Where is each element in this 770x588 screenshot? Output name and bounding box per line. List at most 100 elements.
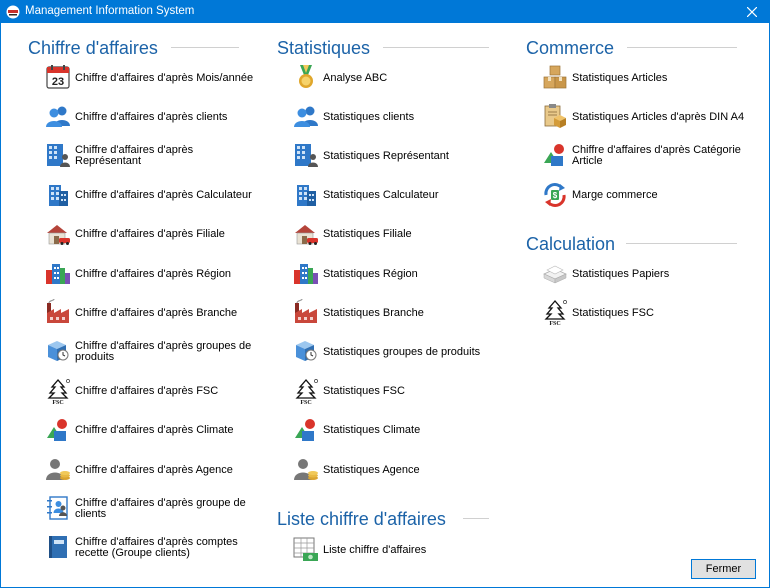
menu-item-liste-0[interactable]: Liste chiffre d'affaires xyxy=(293,535,503,565)
fsc-icon: FSC xyxy=(542,299,568,327)
menu-item-label: Chiffre d'affaires d'après groupe de cli… xyxy=(75,497,246,521)
house-car-icon xyxy=(293,221,319,247)
building-icon xyxy=(45,182,71,208)
menu-item-label: Chiffre d'affaires d'après Branche xyxy=(75,306,238,319)
menu-item-chiffre-9[interactable]: Chiffre d'affaires d'après Climate xyxy=(45,416,255,446)
window-close-button[interactable] xyxy=(735,1,769,23)
menu-item-label: Statistiques groupes de produits xyxy=(323,345,481,358)
menu-item-chiffre-4[interactable]: Chiffre d'affaires d'après Filiale xyxy=(45,220,255,250)
menu-item-chiffre-11[interactable]: Chiffre d'affaires d'après groupe de cli… xyxy=(45,494,255,524)
building-icon xyxy=(293,182,319,208)
menu-item-statistiques-3[interactable]: Statistiques Calculateur xyxy=(293,181,503,211)
menu-item-statistiques-7[interactable]: Statistiques groupes de produits xyxy=(293,337,503,367)
menu-item-calculation-1[interactable]: FSC Statistiques FSC xyxy=(542,298,762,328)
menu-item-label: Liste chiffre d'affaires xyxy=(323,543,427,556)
menu-item-commerce-1[interactable]: Statistiques Articles d'après DIN A4 xyxy=(542,102,762,132)
menu-item-label: Statistiques Articles xyxy=(572,71,668,84)
menu-item-label: Statistiques clients xyxy=(323,110,415,123)
fermer-button[interactable]: Fermer xyxy=(691,559,756,579)
menu-item-chiffre-8[interactable]: FSC Chiffre d'affaires d'après FSC xyxy=(45,377,255,407)
menu-item-label: Statistiques Agence xyxy=(323,463,420,476)
clipboard-box-icon xyxy=(542,103,568,129)
menu-item-chiffre-3[interactable]: Chiffre d'affaires d'après Calculateur xyxy=(45,181,255,211)
menu-item-statistiques-9[interactable]: Statistiques Climate xyxy=(293,416,503,446)
building-person-icon xyxy=(45,142,71,168)
menu-item-chiffre-0[interactable]: 23 Chiffre d'affaires d'après Mois/année xyxy=(45,63,255,93)
menu-item-chiffre-10[interactable]: Chiffre d'affaires d'après Agence xyxy=(45,455,255,485)
menu-item-chiffre-1[interactable]: Chiffre d'affaires d'après clients xyxy=(45,102,255,132)
menu-item-chiffre-12[interactable]: Chiffre d'affaires d'après comptes recet… xyxy=(45,533,255,563)
menu-item-statistiques-0[interactable]: Analyse ABC xyxy=(293,63,503,93)
menu-item-calculation-0[interactable]: Statistiques Papiers xyxy=(542,259,762,289)
menu-item-label: Statistiques FSC xyxy=(572,306,654,319)
svg-text:FSC: FSC xyxy=(300,400,311,404)
menu-item-label: Chiffre d'affaires d'après Calculateur xyxy=(75,189,252,202)
calendar-day: 23 xyxy=(52,76,64,88)
users-icon xyxy=(45,103,71,129)
menu-item-statistiques-8[interactable]: FSC Statistiques FSC xyxy=(293,377,503,407)
title-bar: Management Information System xyxy=(1,1,769,23)
table-money-icon xyxy=(293,536,319,562)
shapes-icon xyxy=(45,417,71,443)
menu-item-label: Statistiques Représentant xyxy=(323,149,449,162)
money-cycle-icon: $ xyxy=(542,182,568,208)
menu-item-label: Chiffre d'affaires d'après Filiale xyxy=(75,228,225,241)
menu-item-label: Chiffre d'affaires d'après clients xyxy=(75,110,228,123)
menu-item-label: Statistiques Région xyxy=(323,267,418,280)
calendar-icon: 23 xyxy=(45,64,71,90)
menu-item-statistiques-1[interactable]: Statistiques clients xyxy=(293,102,503,132)
svg-text:$: $ xyxy=(553,191,558,200)
section-divider xyxy=(627,47,737,48)
menu-item-label: Analyse ABC xyxy=(323,71,388,84)
menu-item-commerce-2[interactable]: Chiffre d'affaires d'après Catégorie Art… xyxy=(542,141,762,171)
app-logo-icon xyxy=(6,5,20,19)
menu-item-commerce-3[interactable]: $ Marge commerce xyxy=(542,181,762,211)
fsc-icon: FSC xyxy=(45,378,71,406)
menu-item-label: Chiffre d'affaires d'après Région xyxy=(75,267,232,280)
menu-item-commerce-0[interactable]: Statistiques Articles xyxy=(542,63,762,93)
shapes-icon xyxy=(542,142,568,168)
menu-item-statistiques-10[interactable]: Statistiques Agence xyxy=(293,455,503,485)
section-title-commerce: Commerce xyxy=(526,38,615,58)
medal-icon xyxy=(293,64,319,90)
menu-item-label: Chiffre d'affaires d'après Agence xyxy=(75,463,233,476)
section-title-statistiques: Statistiques xyxy=(277,38,371,58)
fsc-icon: FSC xyxy=(293,378,319,406)
menu-item-label: Marge commerce xyxy=(572,189,658,202)
house-car-icon xyxy=(45,221,71,247)
contact-book-icon xyxy=(45,495,71,521)
menu-item-label: Statistiques FSC xyxy=(323,385,405,398)
menu-item-label: Statistiques Papiers xyxy=(572,267,670,280)
menu-item-statistiques-2[interactable]: Statistiques Représentant xyxy=(293,141,503,171)
paper-stack-icon xyxy=(542,260,568,286)
menu-item-chiffre-6[interactable]: Chiffre d'affaires d'après Branche xyxy=(45,298,255,328)
menu-item-statistiques-4[interactable]: Statistiques Filiale xyxy=(293,220,503,250)
product-boxes-icon xyxy=(293,338,319,364)
menu-item-label: Chiffre d'affaires d'après Catégorie Art… xyxy=(572,144,741,168)
menu-item-statistiques-6[interactable]: Statistiques Branche xyxy=(293,298,503,328)
building-person-icon xyxy=(293,142,319,168)
factory-icon xyxy=(45,298,71,325)
section-title-chiffre: Chiffre d'affaires xyxy=(28,38,158,58)
menu-item-label: Statistiques Filiale xyxy=(323,228,412,241)
menu-item-label: Statistiques Branche xyxy=(323,306,424,319)
menu-item-label: Chiffre d'affaires d'après Climate xyxy=(75,424,234,437)
menu-item-chiffre-5[interactable]: Chiffre d'affaires d'après Région xyxy=(45,259,255,289)
section-divider xyxy=(171,47,239,48)
svg-text:FSC: FSC xyxy=(549,321,560,325)
factory-icon xyxy=(293,298,319,325)
menu-item-label: Chiffre d'affaires d'après Représentant xyxy=(75,144,194,168)
close-icon xyxy=(747,7,757,17)
city-icon xyxy=(45,260,71,286)
window-title: Management Information System xyxy=(25,5,195,17)
menu-item-label: Chiffre d'affaires d'après Mois/année xyxy=(75,71,254,84)
agent-coins-icon xyxy=(45,456,71,482)
svg-text:FSC: FSC xyxy=(52,400,63,404)
section-divider xyxy=(383,47,489,48)
menu-item-label: Chiffre d'affaires d'après comptes recet… xyxy=(75,536,238,560)
agent-coins-icon xyxy=(293,456,319,482)
menu-item-chiffre-7[interactable]: Chiffre d'affaires d'après groupes de pr… xyxy=(45,337,255,367)
product-boxes-icon xyxy=(45,338,71,364)
menu-item-chiffre-2[interactable]: Chiffre d'affaires d'après Représentant xyxy=(45,141,255,171)
menu-item-statistiques-5[interactable]: Statistiques Région xyxy=(293,259,503,289)
